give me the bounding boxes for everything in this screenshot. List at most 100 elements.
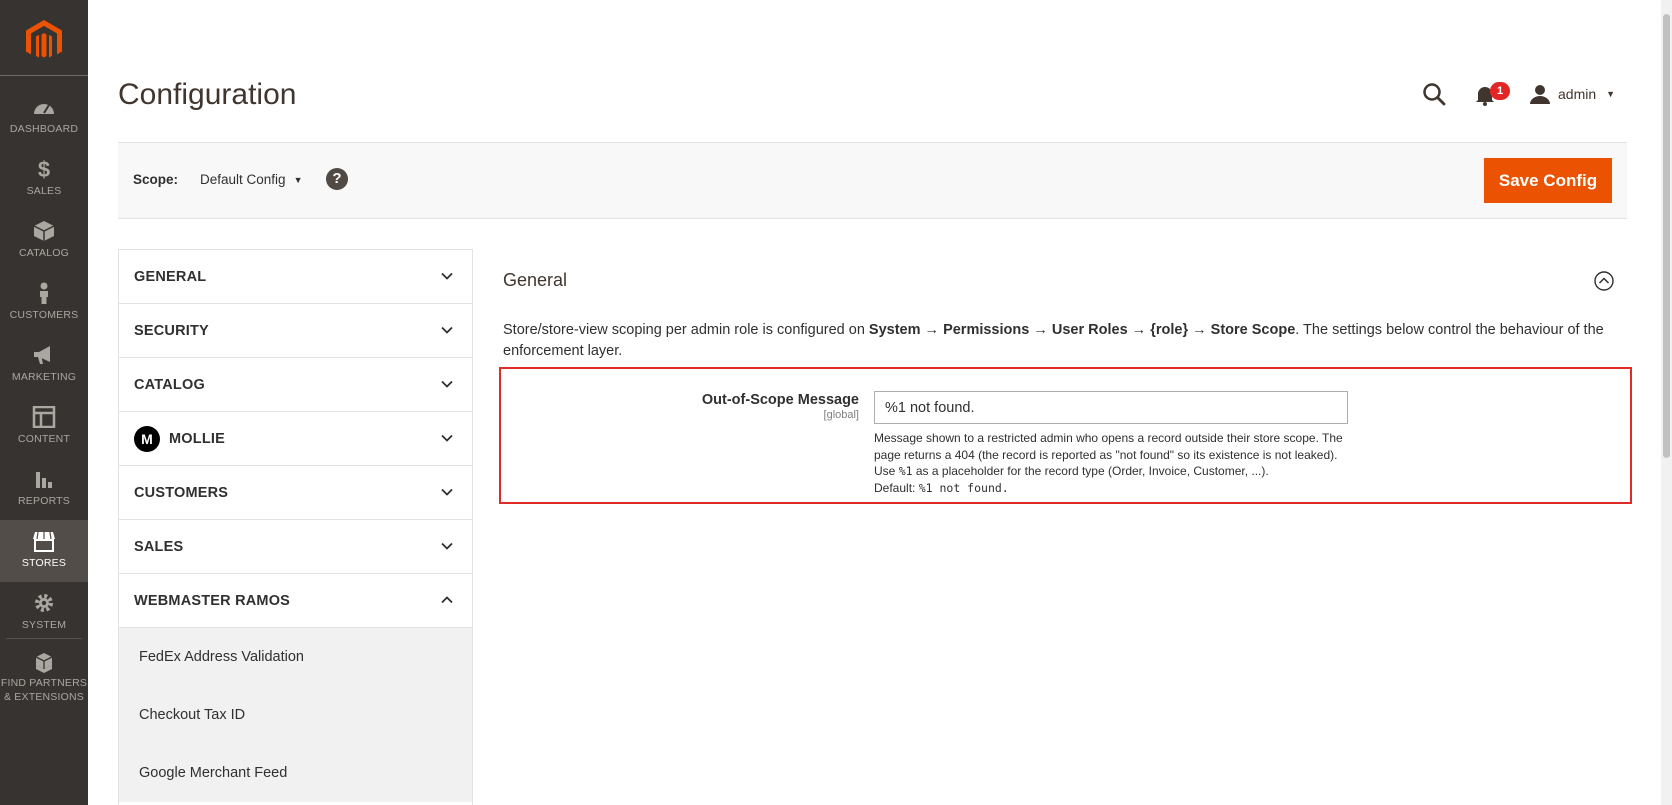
- tab-general[interactable]: GENERAL: [119, 250, 472, 304]
- nav-label: FIND PARTNERS & EXTENSIONS: [0, 676, 88, 704]
- magento-logo[interactable]: [0, 0, 88, 76]
- nav-item-stores[interactable]: STORES: [0, 520, 88, 582]
- cubes-icon: [35, 653, 53, 673]
- tab-sales[interactable]: SALES: [119, 520, 472, 574]
- user-name: admin: [1558, 86, 1597, 102]
- mollie-logo-icon: m: [134, 425, 160, 452]
- magento-logo-icon: [26, 20, 62, 58]
- box-icon: [33, 221, 55, 241]
- scope-bar: Scope: Default Config ▼ ? Save Config: [118, 142, 1627, 219]
- field-note: Message shown to a restricted admin who …: [874, 430, 1354, 496]
- page-title: Configuration: [118, 78, 297, 111]
- tab-sub-items: FedEx Address Validation Checkout Tax ID…: [119, 628, 472, 802]
- admin-sidebar: DASHBOARD $ SALES CATALOG CUSTOMERS MARK…: [0, 0, 88, 805]
- save-config-button[interactable]: Save Config: [1484, 158, 1612, 203]
- sub-item-fedex-address-validation[interactable]: FedEx Address Validation: [119, 628, 472, 686]
- path-arrow: →: [1033, 322, 1048, 338]
- field-scope-label: [global]: [823, 409, 859, 421]
- path-system: System: [868, 322, 921, 338]
- tab-label: GENERAL: [134, 268, 207, 285]
- collapse-circle-icon[interactable]: [1594, 271, 1614, 291]
- tab-webmaster-ramos[interactable]: WEBMASTER RAMOS: [119, 574, 472, 628]
- note-placeholder: %1: [898, 464, 913, 478]
- field-label: Out-of-Scope Message: [701, 392, 859, 408]
- nav-item-dashboard[interactable]: DASHBOARD: [0, 86, 88, 148]
- nav-label: CATALOG: [18, 247, 70, 259]
- nav-label: REPORTS: [18, 495, 70, 507]
- path-permissions: Permissions: [943, 322, 1030, 338]
- comment-text: Store/store-view scoping per admin role …: [503, 322, 869, 338]
- nav-item-system[interactable]: SYSTEM: [0, 582, 88, 644]
- scope-label: Scope:: [133, 172, 179, 187]
- nav-label: SALES: [26, 185, 62, 197]
- chevron-down-icon: [441, 488, 453, 496]
- bar-chart-icon: [36, 472, 52, 488]
- search-icon[interactable]: [1422, 82, 1446, 106]
- sub-item-checkout-tax-id[interactable]: Checkout Tax ID: [119, 686, 472, 744]
- help-icon[interactable]: ?: [326, 168, 348, 190]
- dollar-icon: $: [38, 158, 50, 180]
- store-icon: [33, 531, 55, 552]
- path-role: {role}: [1150, 322, 1189, 338]
- path-user-roles: User Roles: [1051, 322, 1128, 338]
- nav-label: MARKETING: [11, 371, 77, 383]
- path-arrow: →: [1192, 322, 1207, 338]
- out-of-scope-message-input[interactable]: [874, 391, 1348, 424]
- tab-label: CATALOG: [134, 376, 205, 393]
- section-title[interactable]: General: [503, 270, 567, 291]
- tab-mollie[interactable]: m MOLLIE: [119, 412, 472, 466]
- nav-item-catalog[interactable]: CATALOG: [0, 210, 88, 272]
- section-comment: Store/store-view scoping per admin role …: [503, 320, 1623, 362]
- nav-item-reports[interactable]: REPORTS: [0, 458, 88, 520]
- tab-catalog[interactable]: CATALOG: [119, 358, 472, 412]
- nav-divider: [6, 638, 82, 639]
- chevron-down-icon: [441, 326, 453, 334]
- dashboard-icon: [34, 104, 54, 114]
- tab-label: SALES: [134, 538, 184, 555]
- nav-item-find-partners[interactable]: FIND PARTNERS & EXTENSIONS: [0, 642, 88, 704]
- user-icon: [1530, 85, 1550, 104]
- path-arrow: →: [924, 322, 940, 338]
- note-default-label: Default:: [874, 480, 919, 495]
- nav-label: CUSTOMERS: [9, 309, 79, 321]
- tab-label: MOLLIE: [169, 430, 225, 447]
- nav-item-customers[interactable]: CUSTOMERS: [0, 272, 88, 334]
- nav-item-content[interactable]: CONTENT: [0, 396, 88, 458]
- chevron-down-icon: [441, 380, 453, 388]
- svg-text:$: $: [38, 158, 50, 180]
- scrollbar-thumb[interactable]: [1663, 14, 1670, 458]
- config-tabs: GENERAL SECURITY CATALOG m MOLLIE CUSTOM…: [118, 249, 473, 805]
- tab-label: CUSTOMERS: [134, 484, 229, 501]
- notification-badge[interactable]: 1: [1490, 82, 1510, 100]
- nav-label: STORES: [21, 557, 67, 569]
- person-icon: [40, 282, 48, 304]
- nav-label-line: & EXTENSIONS: [3, 691, 84, 703]
- scope-switcher[interactable]: Default Config ▼: [200, 172, 302, 187]
- chevron-down-icon: [441, 434, 453, 442]
- scope-value: Default Config: [200, 172, 286, 187]
- path-store-scope: Store Scope: [1210, 322, 1296, 338]
- nav-item-sales[interactable]: $ SALES: [0, 148, 88, 210]
- chevron-down-icon: ▼: [1606, 89, 1616, 99]
- megaphone-icon: [34, 346, 50, 364]
- nav-label: CONTENT: [17, 433, 71, 445]
- tab-label: SECURITY: [134, 322, 209, 339]
- user-menu[interactable]: admin ▼: [1530, 82, 1615, 106]
- tab-label: WEBMASTER RAMOS: [134, 592, 291, 609]
- chevron-up-icon: [441, 596, 453, 604]
- tab-security[interactable]: SECURITY: [119, 304, 472, 358]
- chevron-down-icon: ▼: [293, 174, 303, 185]
- gear-icon: [35, 594, 53, 612]
- sub-item-google-merchant-feed[interactable]: Google Merchant Feed: [119, 744, 472, 802]
- tab-customers[interactable]: CUSTOMERS: [119, 466, 472, 520]
- path-arrow: →: [1131, 322, 1147, 338]
- nav-label: DASHBOARD: [9, 123, 79, 135]
- nav-label-line: FIND PARTNERS: [0, 677, 88, 689]
- note-text: Message shown to a restricted admin who …: [874, 431, 1319, 445]
- chevron-down-icon: [441, 542, 453, 550]
- nav-item-marketing[interactable]: MARKETING: [0, 334, 88, 396]
- nav-label: SYSTEM: [21, 619, 67, 631]
- note-text: as a placeholder for the record type (Or…: [912, 464, 1269, 478]
- note-default-value: %1 not found.: [918, 480, 1009, 495]
- chevron-down-icon: [441, 272, 453, 280]
